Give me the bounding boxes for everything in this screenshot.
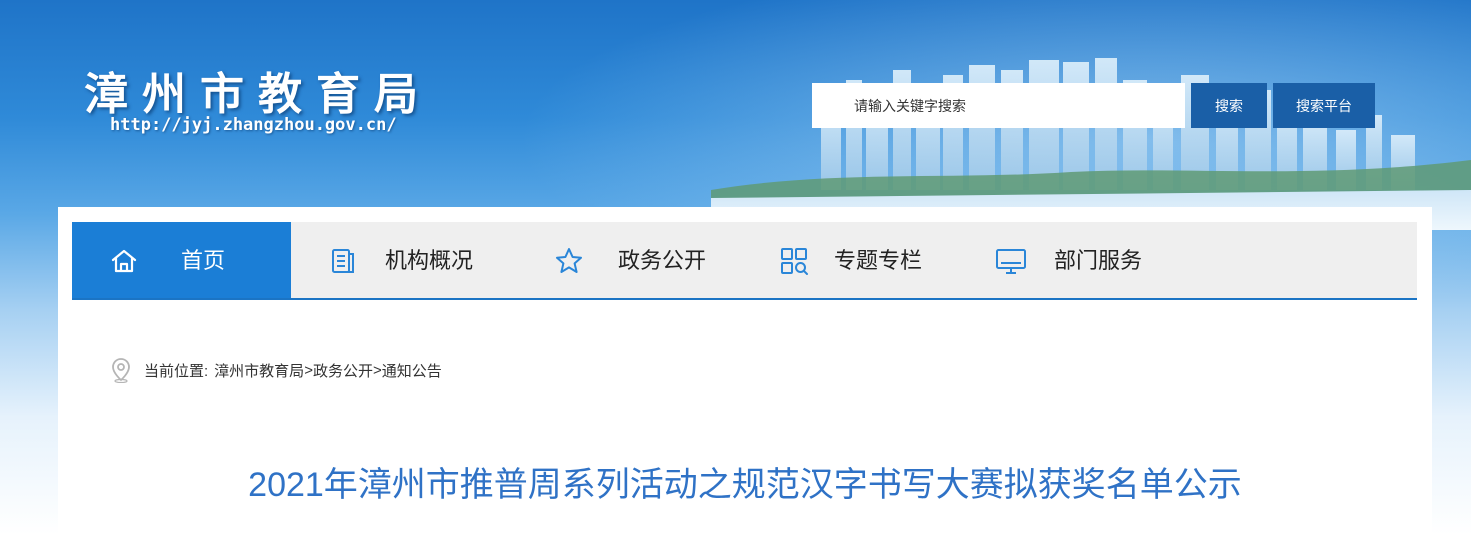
monitor-icon [996,249,1026,274]
nav-item-home[interactable]: 首页 [72,222,291,298]
breadcrumb: 当前位置: 漳州市教育局 > 政务公开 > 通知公告 [110,357,442,383]
location-pin-icon [112,358,130,383]
breadcrumb-link-notices[interactable]: 通知公告 [382,360,442,381]
home-icon [111,249,137,273]
document-list-icon [332,249,354,273]
nav-item-special-topics[interactable]: 专题专栏 [743,222,963,298]
breadcrumb-link-government-affairs[interactable]: 政务公开 [313,360,373,381]
article-title: 2021年漳州市推普周系列活动之规范汉字书写大赛拟获奖名单公示 [248,466,1242,504]
breadcrumb-separator: > [304,361,313,379]
nav-label-organization: 机构概况 [385,248,474,273]
nav-label-special-topics: 专题专栏 [834,248,923,273]
breadcrumb-link-home[interactable]: 漳州市教育局 [214,360,304,381]
nav-label-home: 首页 [181,248,226,273]
main-nav: 首页 机构概况 政务公开 专题专栏 部门服务 [72,222,1417,300]
search-platform-button[interactable]: 搜索平台 [1273,83,1375,128]
nav-item-organization[interactable]: 机构概况 [291,222,521,298]
site-title: 漳州市教育局 [84,69,432,120]
nav-item-government-affairs[interactable]: 政务公开 [521,222,743,298]
search-button[interactable]: 搜索 [1191,83,1267,128]
nav-item-department-services[interactable]: 部门服务 [963,222,1203,298]
search-input[interactable] [812,83,1185,128]
site-url[interactable]: http://jyj.zhangzhou.gov.cn/ [110,115,397,135]
nav-label-department-services: 部门服务 [1054,248,1143,273]
city-skyline-image [711,58,1471,230]
breadcrumb-separator: > [372,361,382,379]
nav-label-government-affairs: 政务公开 [618,248,707,273]
grid-search-icon [781,248,808,275]
breadcrumb-prefix: 当前位置: [144,362,209,380]
star-icon [556,248,582,273]
main-panel: 首页 机构概况 政务公开 专题专栏 部门服务 当前位置: 漳州市教育局 > 政务… [58,207,1432,535]
